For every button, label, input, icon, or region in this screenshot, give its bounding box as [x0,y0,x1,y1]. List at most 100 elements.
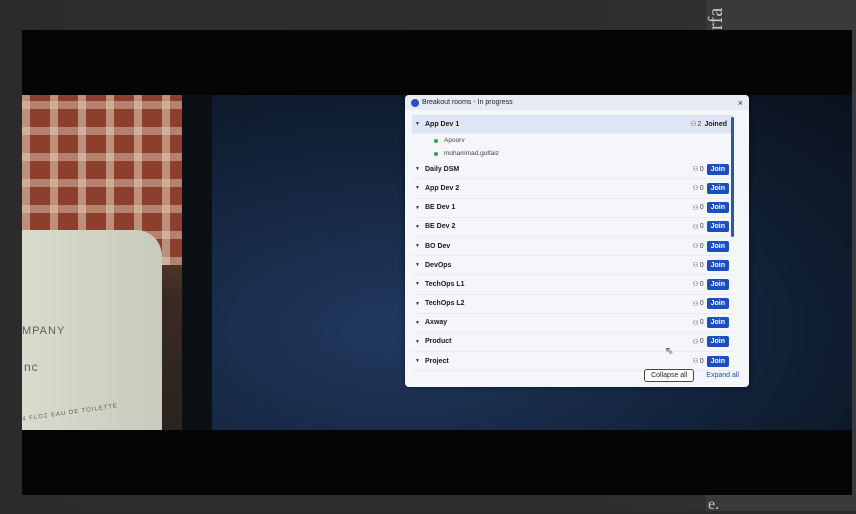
person-icon: ⚇ [692,319,699,327]
participant-count: ⚇ 0 [692,261,704,270]
room-row[interactable]: ▼ Axway ⚇ 0 Join [412,314,733,333]
join-button[interactable]: Join [706,278,729,290]
person-icon: ⚇ [690,121,697,129]
participant-count-value: 0 [699,261,704,269]
chevron-down-icon[interactable]: ▼ [412,262,425,268]
person-icon: ⚇ [692,166,699,174]
app-logo-icon [411,98,419,107]
member-name: mohammad.gulfaiz [444,150,499,158]
person-icon: ⚇ [692,358,699,366]
join-button[interactable]: Join [706,298,729,310]
participant-count: ⚇ 0 [692,242,704,251]
close-icon[interactable]: × [738,98,743,108]
member-item: Apoorv [412,134,733,147]
breakout-rooms-window: Breakout rooms - In progress × ▼ App Dev … [405,95,749,387]
room-row[interactable]: ▼ BE Dev 2 ⚇ 0 Join [412,218,733,237]
chevron-down-icon[interactable]: ▼ [412,205,425,211]
room-row[interactable]: ▼ TechOps L1 ⚇ 0 Join [412,275,733,295]
bottle-text-1: MPANY [22,325,66,337]
member-name: Apoorv [444,137,465,145]
room-name: Project [425,357,449,365]
online-status-icon [434,151,438,156]
chevron-down-icon[interactable]: ▼ [412,224,425,230]
chevron-down-icon[interactable]: ▼ [412,243,425,249]
chevron-down-icon[interactable]: ▼ [412,358,425,364]
scrollbar[interactable] [731,117,734,237]
participant-count: ⚇ 0 [692,357,704,366]
room-name: DevOps [425,261,452,269]
person-icon: ⚇ [692,204,699,212]
room-name: BO Dev [425,242,451,250]
chevron-down-icon[interactable]: ▼ [412,166,425,172]
chevron-down-icon[interactable]: ▼ [412,185,425,191]
room-name: Daily DSM [425,165,460,173]
person-icon: ⚇ [692,281,699,289]
join-button[interactable]: Join [706,221,729,233]
participant-count: ⚇ 2 [690,120,702,129]
chevron-down-icon[interactable]: ▼ [412,121,425,127]
participant-count-value: 0 [699,338,704,346]
joined-label: Joined [704,120,727,128]
room-row[interactable]: ▼ App Dev 2 ⚇ 0 Join [412,179,733,199]
person-icon: ⚇ [692,262,699,270]
side-text-top: rfa [705,7,727,30]
member-item: mohammad.gulfaiz [412,147,733,160]
room-list: ▼ App Dev 1 ⚇ 2 Joined Apoorv mohammad.gulfaiz… [412,115,733,372]
participant-count-value: 0 [699,300,704,308]
participant-count: ⚇ 0 [692,338,703,346]
collapse-all-button[interactable]: Collapse all [644,369,695,382]
join-button[interactable]: Join [706,317,729,329]
room-row[interactable]: ▼ Daily DSM ⚇ 0 Join [412,160,733,180]
join-button[interactable]: Join [706,355,729,367]
participant-count: ⚇ 0 [692,300,703,308]
join-button[interactable]: Join [706,240,729,252]
person-icon: ⚇ [692,243,699,251]
perfume-bottle: MPANY nc 4 FLOZ EAU DE TOILETTE [22,230,162,430]
join-button[interactable]: Join [706,163,729,175]
room-name: Axway [425,319,448,327]
person-icon: ⚇ [692,300,699,308]
participant-count: ⚇ 0 [692,184,704,193]
join-button[interactable]: Join [706,182,729,194]
participant-count: ⚇ 0 [692,165,704,174]
room-row[interactable]: ▼ DevOps ⚇ 0 Join [412,256,733,276]
participant-count-value: 2 [697,120,702,128]
expand-all-button[interactable]: Expand all [706,372,739,379]
participant-count-value: 0 [699,319,704,327]
window-title: Breakout rooms - In progress [422,99,513,106]
room-name: BE Dev 1 [425,204,456,212]
chevron-down-icon[interactable]: ▼ [412,281,425,287]
person-icon: ⚇ [692,338,699,346]
join-button[interactable]: Join [706,336,729,348]
room-row[interactable]: ▼ BO Dev ⚇ 0 Join [412,237,733,257]
participant-count-value: 0 [699,204,704,212]
room-name: App Dev 1 [425,120,460,128]
chevron-down-icon[interactable]: ▼ [412,301,425,307]
participant-count: ⚇ 0 [692,319,703,327]
room-row[interactable]: ▼ Product ⚇ 0 Join [412,333,733,353]
participant-count-value: 0 [699,242,704,250]
room-name: Product [425,338,452,346]
participant-count: ⚇ 0 [692,223,703,231]
participant-count-value: 0 [699,223,704,231]
participant-count: ⚇ 0 [692,280,704,289]
title-bar: Breakout rooms - In progress × [405,95,749,110]
participant-count-value: 0 [699,184,704,192]
participant-count-value: 0 [699,357,704,365]
bottle-text-2: nc [24,360,39,374]
join-button[interactable]: Join [706,259,729,271]
bottle-text-3: 4 FLOZ EAU DE TOILETTE [22,403,119,423]
room-row[interactable]: ▼ App Dev 1 ⚇ 2 Joined [412,115,733,135]
room-name: TechOps L2 [425,300,465,308]
chevron-down-icon[interactable]: ▼ [412,339,425,345]
participant-count-value: 0 [699,280,704,288]
room-name: App Dev 2 [425,184,460,192]
join-button[interactable]: Join [706,202,729,214]
room-name: BE Dev 2 [425,223,456,231]
laptop-bezel [182,95,212,430]
room-row[interactable]: ▼ TechOps L2 ⚇ 0 Join [412,295,733,314]
participant-count-value: 0 [699,165,704,173]
online-status-icon [434,138,438,143]
room-row[interactable]: ▼ BE Dev 1 ⚇ 0 Join [412,199,733,218]
chevron-down-icon[interactable]: ▼ [412,320,425,326]
